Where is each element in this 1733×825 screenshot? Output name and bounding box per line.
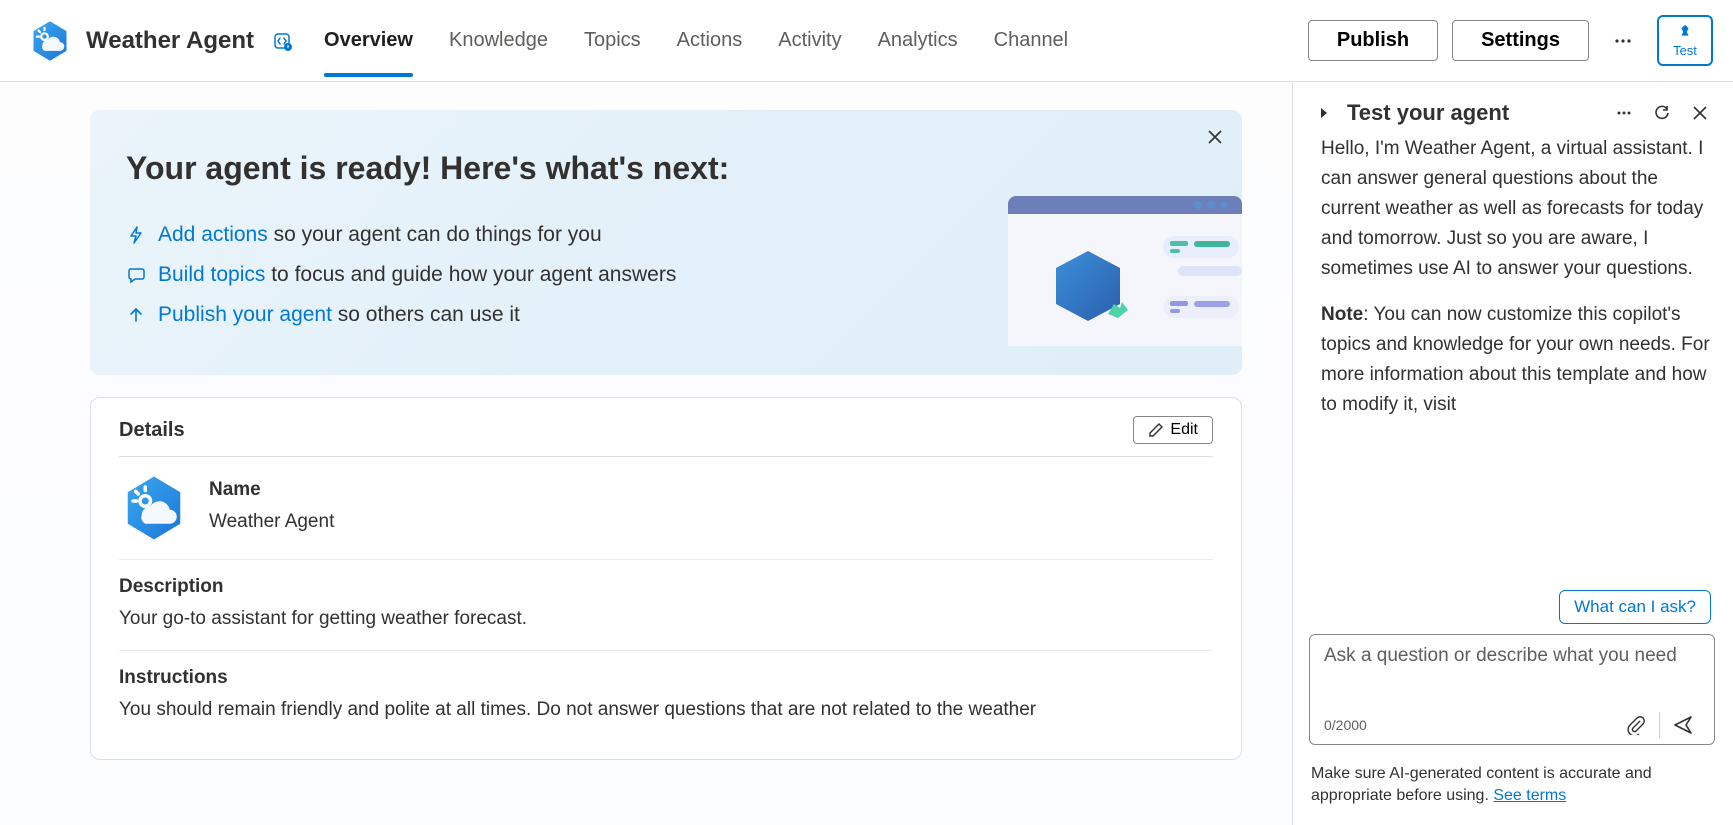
tab-actions[interactable]: Actions	[677, 5, 743, 76]
test-panel-title: Test your agent	[1347, 100, 1601, 126]
detail-name-row: Name Weather Agent	[119, 457, 1213, 560]
add-actions-link[interactable]: Add actions	[158, 223, 268, 246]
note-body: : You can now customize this copilot's t…	[1321, 304, 1710, 415]
send-icon[interactable]	[1666, 714, 1700, 736]
pencil-icon	[1148, 422, 1164, 438]
ai-disclaimer-text: Make sure AI-generated content is accura…	[1311, 765, 1652, 804]
test-more-icon[interactable]	[1609, 98, 1639, 128]
instructions-label: Instructions	[119, 667, 1213, 689]
test-toggle-label: Test	[1673, 43, 1697, 58]
publish-button[interactable]: Publish	[1308, 20, 1438, 61]
tab-analytics[interactable]: Analytics	[878, 5, 958, 76]
bot-note-message: Note: You can now customize this copilot…	[1321, 300, 1711, 420]
ai-builder-icon[interactable]	[272, 31, 292, 51]
header-bar: Weather Agent Overview Knowledge Topics …	[0, 0, 1733, 82]
name-value: Weather Agent	[209, 507, 334, 537]
suggestion-what-can-i-ask[interactable]: What can I ask?	[1559, 590, 1711, 624]
collapse-caret-icon[interactable]	[1309, 98, 1339, 128]
description-label: Description	[119, 576, 1213, 598]
header-actions: Publish Settings Test	[1308, 15, 1713, 66]
more-actions-icon[interactable]	[1603, 21, 1643, 61]
detail-instructions-row: Instructions You should remain friendly …	[119, 651, 1213, 741]
ai-disclaimer: Make sure AI-generated content is accura…	[1311, 763, 1713, 807]
arrow-up-icon	[126, 305, 146, 325]
bot-greeting-text: Hello, I'm Weather Agent, a virtual assi…	[1321, 138, 1703, 279]
banner-item-actions-text: so your agent can do things for you	[268, 223, 602, 246]
tab-channel[interactable]: Channel	[994, 5, 1069, 76]
body: Your agent is ready! Here's what's next:…	[0, 82, 1733, 825]
banner-item-topics-text: to focus and guide how your agent answer…	[265, 263, 676, 286]
details-card: Details Edit	[90, 397, 1242, 760]
banner-illustration	[1008, 196, 1242, 375]
chat-icon	[126, 265, 146, 285]
chat-input-controls: 0/2000	[1324, 712, 1700, 738]
tab-knowledge[interactable]: Knowledge	[449, 5, 548, 76]
char-count: 0/2000	[1324, 717, 1619, 733]
bot-greeting-message: Hello, I'm Weather Agent, a virtual assi…	[1321, 134, 1711, 284]
see-terms-link[interactable]: See terms	[1493, 787, 1566, 804]
detail-description-row: Description Your go-to assistant for get…	[119, 560, 1213, 651]
instructions-value: You should remain friendly and polite at…	[119, 695, 1213, 725]
edit-label: Edit	[1170, 421, 1198, 439]
main-content: Your agent is ready! Here's what's next:…	[0, 82, 1293, 825]
details-title: Details	[119, 419, 185, 442]
agent-logo	[119, 473, 189, 543]
onboarding-banner: Your agent is ready! Here's what's next:…	[90, 110, 1242, 375]
tab-overview[interactable]: Overview	[324, 5, 413, 76]
divider	[1659, 712, 1660, 738]
tab-topics[interactable]: Topics	[584, 5, 641, 76]
banner-item-publish-text: so others can use it	[332, 303, 520, 326]
note-prefix: Note	[1321, 304, 1363, 325]
name-label: Name	[209, 479, 334, 501]
agent-title: Weather Agent	[86, 27, 254, 55]
settings-button[interactable]: Settings	[1452, 20, 1589, 61]
chat-input-box: 0/2000	[1309, 634, 1715, 745]
test-panel-header: Test your agent	[1307, 92, 1717, 134]
suggested-replies: What can I ask?	[1307, 588, 1717, 634]
test-panel: Test your agent Hello, I'm Weather Agent…	[1293, 82, 1733, 825]
test-toggle-button[interactable]: Test	[1657, 15, 1713, 66]
description-value: Your go-to assistant for getting weather…	[119, 604, 1213, 634]
refresh-icon[interactable]	[1647, 98, 1677, 128]
tab-activity[interactable]: Activity	[778, 5, 841, 76]
agent-logo	[28, 19, 72, 63]
lightning-icon	[126, 225, 146, 245]
pin-icon	[1676, 23, 1694, 41]
edit-button[interactable]: Edit	[1133, 416, 1213, 444]
build-topics-link[interactable]: Build topics	[158, 263, 265, 286]
close-panel-icon[interactable]	[1685, 98, 1715, 128]
details-card-header: Details Edit	[119, 416, 1213, 457]
publish-agent-link[interactable]: Publish your agent	[158, 303, 332, 326]
chat-messages[interactable]: Hello, I'm Weather Agent, a virtual assi…	[1307, 134, 1717, 588]
banner-heading: Your agent is ready! Here's what's next:	[126, 150, 1206, 187]
chat-input[interactable]	[1324, 645, 1700, 701]
attach-icon[interactable]	[1619, 715, 1653, 735]
close-icon[interactable]	[1206, 128, 1224, 151]
nav-tabs: Overview Knowledge Topics Actions Activi…	[324, 5, 1294, 76]
